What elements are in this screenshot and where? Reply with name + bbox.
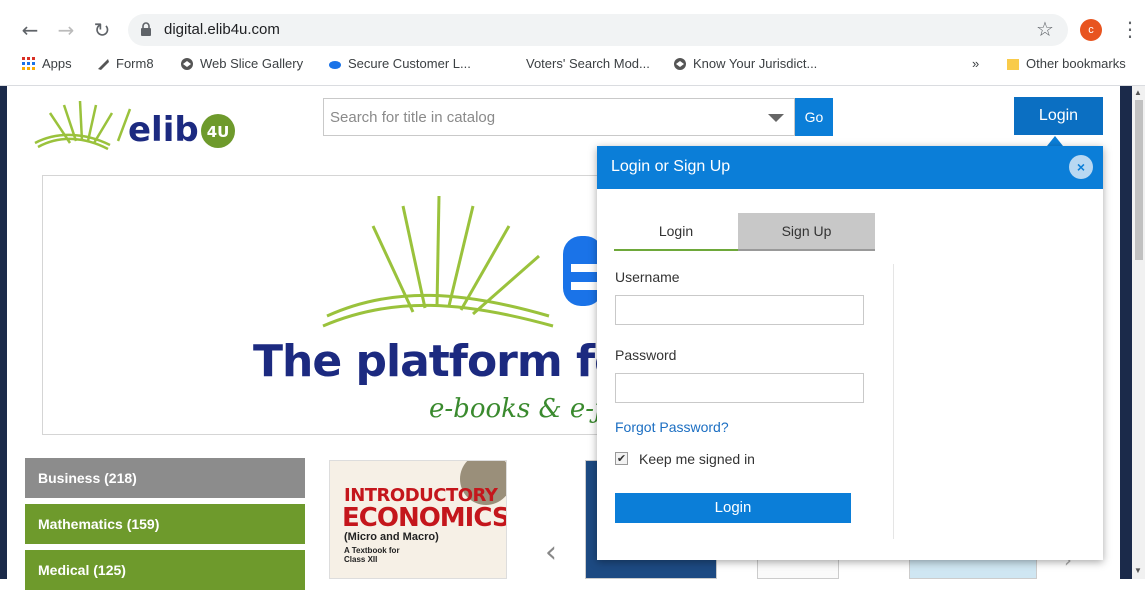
logo-text: elib (128, 110, 199, 150)
catalog-search[interactable] (323, 98, 795, 136)
go-button[interactable]: Go (795, 98, 833, 136)
scroll-down-icon[interactable]: ▼ (1134, 566, 1142, 575)
username-label: Username (615, 269, 680, 285)
scroll-up-icon[interactable]: ▲ (1134, 88, 1142, 97)
username-field[interactable] (615, 295, 864, 325)
bookmark-web-slice[interactable]: Web Slice Gallery (180, 56, 303, 71)
url-text[interactable]: digital.elib4u.com (164, 21, 280, 38)
globe-icon (674, 57, 686, 70)
hero-banner: The platform for e e-books & e-j (42, 175, 602, 435)
modal-header: Login or Sign Up × (597, 146, 1103, 189)
banner-tagline: The platform for e (253, 336, 601, 387)
tab-login[interactable]: Login (614, 213, 738, 251)
open-book-icon (322, 195, 601, 328)
carousel-prev-icon[interactable]: ‹ (545, 535, 557, 570)
bookmark-label: Other bookmarks (1026, 56, 1126, 71)
bookmark-form8[interactable]: Form8 (96, 56, 154, 71)
book-title-line2: ECONOMICS (342, 503, 507, 533)
password-label: Password (615, 347, 677, 363)
book-note: A Textbook for Class XII (344, 546, 400, 564)
back-arrow-icon[interactable]: ← (18, 18, 42, 42)
bookmark-label: Apps (42, 56, 72, 71)
search-input[interactable] (330, 107, 750, 127)
header-login-button[interactable]: Login (1014, 97, 1103, 135)
bookmark-know-jurisdiction[interactable]: Know Your Jurisdict... (673, 56, 817, 71)
reload-icon[interactable]: ↻ (90, 18, 114, 42)
lock-icon (141, 22, 151, 36)
keep-signed-in-checkbox[interactable]: ✔ (615, 452, 628, 465)
bookmark-label: Web Slice Gallery (200, 56, 304, 71)
bookmark-label: Secure Customer L... (348, 56, 471, 71)
category-business[interactable]: Business (218) (25, 458, 305, 498)
logo-badge: 4U (207, 123, 230, 141)
banner-subtagline: e-books & e-j (429, 394, 602, 424)
page-icon (506, 57, 520, 71)
profile-avatar[interactable]: c (1080, 19, 1102, 41)
forward-arrow-icon[interactable]: → (54, 18, 78, 42)
auth-tabs: Login Sign Up (614, 213, 875, 251)
divider (893, 264, 894, 539)
login-submit-button[interactable]: Login (615, 493, 851, 523)
bookmark-star-icon[interactable]: ☆ (1036, 17, 1054, 41)
category-medical[interactable]: Medical (125) (25, 550, 305, 590)
folder-icon (1007, 58, 1019, 70)
popover-arrow (1047, 136, 1063, 146)
password-field[interactable] (615, 373, 864, 403)
chevron-down-icon[interactable] (768, 114, 784, 122)
book-cover-economics[interactable]: INTRODUCTORY ECONOMICS (Micro and Macro)… (329, 460, 507, 579)
elib4u-logo[interactable]: elib 4U (30, 95, 240, 157)
login-modal: Login or Sign Up × Login Sign Up Usernam… (597, 146, 1103, 560)
modal-title: Login or Sign Up (611, 158, 731, 175)
scrollbar-thumb[interactable] (1135, 100, 1143, 260)
category-mathematics[interactable]: Mathematics (159) (25, 504, 305, 544)
tab-signup[interactable]: Sign Up (738, 213, 875, 251)
globe-icon (181, 57, 193, 70)
bookmark-apps[interactable]: Apps (22, 56, 72, 71)
more-bookmarks-button[interactable]: » (972, 56, 979, 71)
book-subtitle: (Micro and Macro) (344, 531, 439, 543)
apps-grid-icon (22, 56, 35, 70)
page-edge (0, 86, 7, 579)
keep-signed-in-label[interactable]: Keep me signed in (639, 451, 755, 467)
menu-kebab-icon[interactable]: ⋮ (1120, 17, 1140, 41)
bookmark-label: Form8 (116, 56, 154, 71)
bookmark-label: Voters' Search Mod... (526, 56, 650, 71)
other-bookmarks[interactable]: Other bookmarks (1006, 56, 1126, 71)
form-icon (98, 58, 109, 70)
bookmark-voters-search[interactable]: Voters' Search Mod... (506, 56, 650, 71)
cloud-icon (329, 60, 341, 69)
bookmark-label: Know Your Jurisdict... (693, 56, 818, 71)
bookmark-secure-customer[interactable]: Secure Customer L... (328, 56, 471, 71)
page-edge (1120, 86, 1132, 579)
close-icon[interactable]: × (1069, 155, 1093, 179)
forgot-password-link[interactable]: Forgot Password? (615, 419, 729, 435)
